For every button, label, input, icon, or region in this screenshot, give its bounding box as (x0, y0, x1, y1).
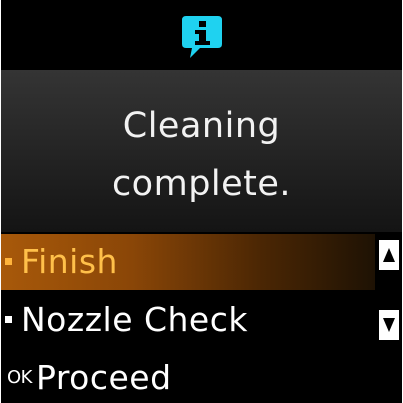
arrow-down-icon[interactable] (379, 310, 399, 340)
message-panel: Cleaning complete. (1, 70, 402, 232)
menu-item-label: Nozzle Check (21, 300, 248, 339)
menu-item-label: Finish (21, 242, 118, 281)
bullet-icon (5, 316, 12, 323)
info-icon (182, 16, 222, 58)
menu-item-finish[interactable]: Finish (1, 234, 375, 290)
proceed-label: Proceed (36, 358, 172, 397)
arrow-up-icon[interactable] (379, 240, 399, 270)
printer-lcd-screen: Cleaning complete. Finish Nozzle Check O… (1, 0, 402, 403)
menu-item-nozzle-check[interactable]: Nozzle Check (1, 292, 375, 348)
message-line-2: complete. (111, 164, 292, 204)
bullet-icon (5, 258, 12, 265)
header-bar (1, 0, 402, 70)
message-line-1: Cleaning (122, 106, 281, 146)
ok-button-icon[interactable]: OK (7, 367, 32, 389)
